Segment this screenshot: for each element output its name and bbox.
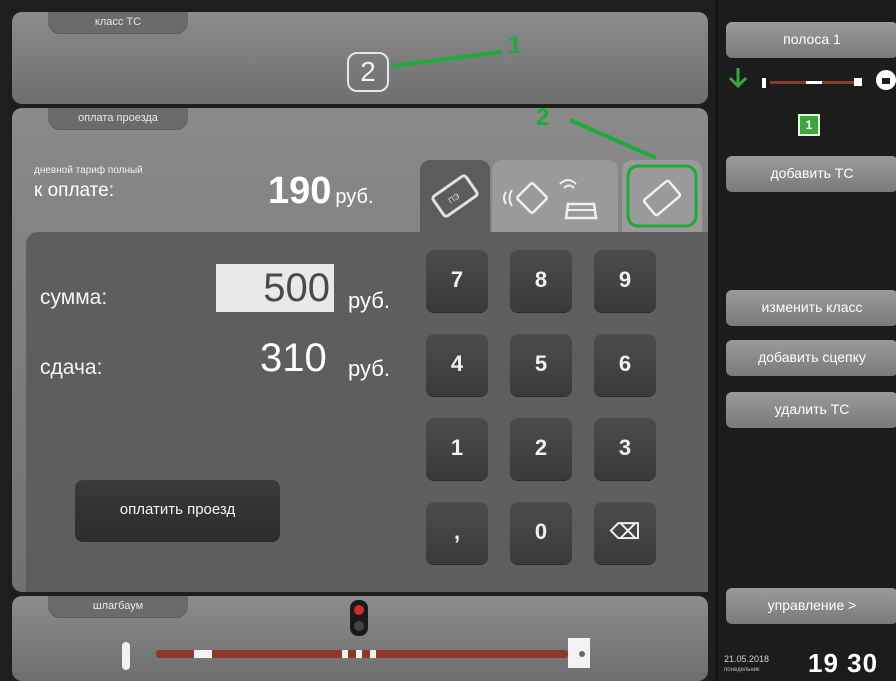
key-backspace[interactable]: ⌫ — [594, 502, 656, 564]
add-vehicle-button[interactable]: добавить ТС — [726, 156, 896, 192]
arrow-down-icon — [728, 68, 748, 89]
annotation-marker-1: 1 — [508, 32, 522, 59]
tariff-label: дневной тариф полный — [34, 165, 143, 176]
time-display: 19 30 — [808, 648, 878, 679]
change-class-button[interactable]: изменить класс — [726, 290, 896, 326]
add-trailer-button[interactable]: добавить сцепку — [726, 340, 896, 376]
lane-badge: 1 — [798, 114, 820, 136]
key-4[interactable]: 4 — [426, 334, 488, 396]
key-9[interactable]: 9 — [594, 250, 656, 312]
change-value: 310 — [260, 336, 327, 380]
key-comma[interactable]: , — [426, 502, 488, 564]
pay-button[interactable]: оплатить проезд — [75, 480, 280, 542]
lane-status-bar — [728, 68, 896, 90]
app-window: класс ТС 2 оплата проезда дневной тариф … — [0, 0, 896, 681]
to-pay-label: к оплате: — [34, 180, 115, 201]
key-1[interactable]: 1 — [426, 418, 488, 480]
sum-label: сумма: — [40, 286, 108, 309]
barrier-post-left-icon — [122, 642, 130, 670]
key-8[interactable]: 8 — [510, 250, 572, 312]
time-hours: 19 — [808, 648, 839, 678]
to-pay-number: 190 — [268, 170, 332, 212]
key-5[interactable]: 5 — [510, 334, 572, 396]
remove-vehicle-button[interactable]: удалить ТС — [726, 392, 896, 428]
lane-selector-button[interactable]: полоса 1 — [726, 22, 896, 58]
payment-section-label: оплата проезда — [48, 108, 188, 130]
weekday-text: понедельник — [724, 667, 760, 673]
key-7[interactable]: 7 — [426, 250, 488, 312]
key-0[interactable]: 0 — [510, 502, 572, 564]
sum-currency: руб. — [348, 288, 390, 313]
to-pay-currency: руб. — [335, 186, 374, 208]
sum-input[interactable]: 500 — [216, 264, 334, 312]
annotation-lines — [391, 50, 657, 160]
time-minutes: 30 — [847, 648, 879, 678]
barrier-diagram — [122, 600, 590, 670]
date-text: 21.05.2018 — [724, 654, 770, 664]
change-currency: руб. — [348, 356, 390, 381]
change-label: сдача: — [40, 356, 103, 379]
annotation-marker-2: 2 — [536, 104, 550, 131]
key-2[interactable]: 2 — [510, 418, 572, 480]
barrier-motor-icon — [568, 638, 590, 668]
to-pay-amount: 190 руб. — [268, 170, 374, 213]
key-3[interactable]: 3 — [594, 418, 656, 480]
control-button[interactable]: управление > — [726, 588, 896, 624]
vehicle-class-section-label: класс ТС — [48, 12, 188, 34]
key-6[interactable]: 6 — [594, 334, 656, 396]
